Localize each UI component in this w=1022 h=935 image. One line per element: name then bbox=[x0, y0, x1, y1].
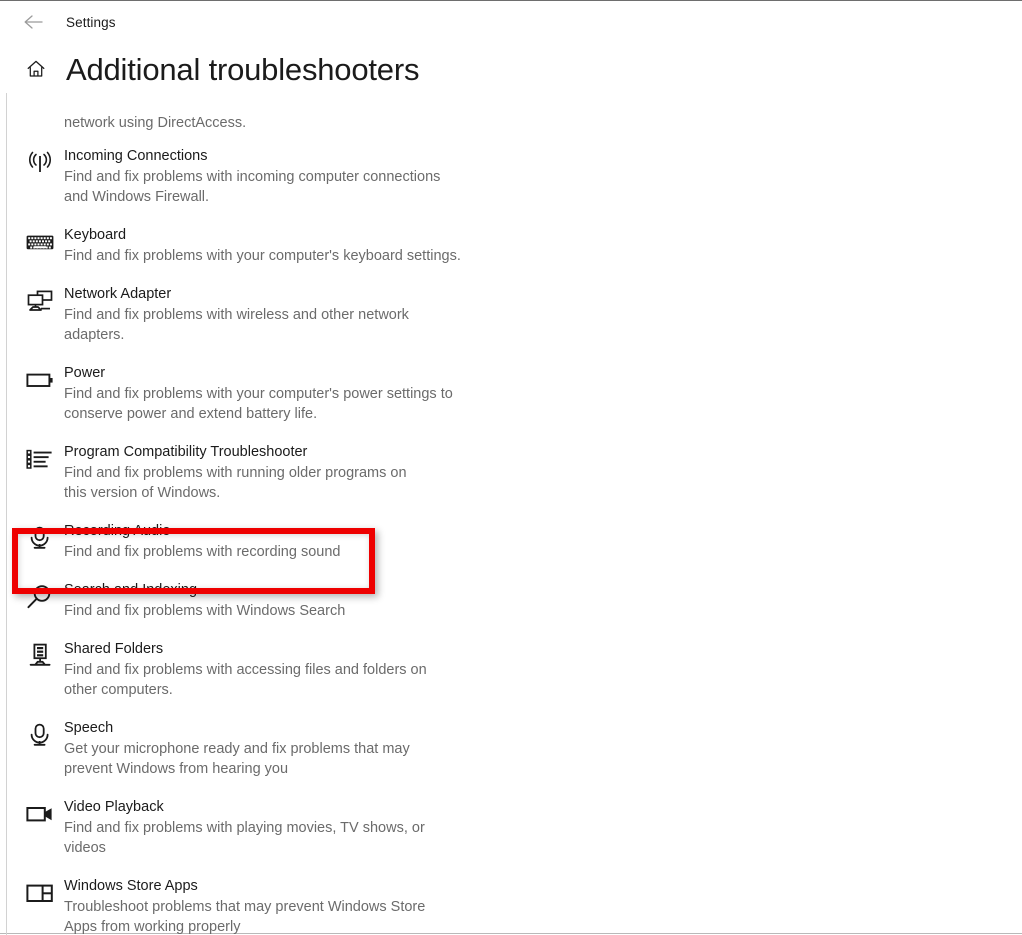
troubleshooter-description: Find and fix problems with your computer… bbox=[64, 248, 461, 264]
troubleshooter-name: Speech bbox=[64, 720, 114, 736]
troubleshooter-description: Find and fix problems with your computer… bbox=[64, 386, 453, 422]
app-name-label: Settings bbox=[66, 14, 116, 30]
troubleshooter-description: Find and fix problems with Windows Searc… bbox=[64, 603, 346, 619]
troubleshooter-name: Recording Audio bbox=[64, 523, 171, 539]
troubleshooter-description: Find and fix problems with playing movie… bbox=[64, 820, 425, 856]
page-header: Additional troubleshooters bbox=[0, 45, 1022, 93]
troubleshooter-text: Power Find and fix problems with your com… bbox=[64, 363, 474, 424]
troubleshooter-text: Shared Folders Find and fix problems with… bbox=[64, 639, 476, 700]
troubleshooter-text: Keyboard Find and fix problems with your … bbox=[64, 225, 481, 266]
troubleshooter-text: Program Compatibility Troubleshooter Find… bbox=[64, 442, 452, 503]
troubleshooter-name: Search and Indexing bbox=[64, 582, 198, 598]
troubleshooter-description: Find and fix problems with wireless and … bbox=[64, 307, 409, 343]
back-arrow-icon bbox=[23, 14, 45, 30]
troubleshooters-scroll-area[interactable]: on a network, or connect to a workplace … bbox=[0, 89, 1022, 934]
network-adapter-icon bbox=[20, 284, 60, 316]
troubleshooter-item[interactable]: Windows Store Apps Troubleshoot problems … bbox=[0, 867, 1022, 934]
settings-window: Settings Additional troubleshooters on a… bbox=[0, 0, 1022, 935]
troubleshooter-description: Find and fix problems with running older… bbox=[64, 465, 407, 501]
server-icon bbox=[20, 639, 60, 671]
troubleshooter-text: Incoming Connections Find and fix problem… bbox=[64, 146, 484, 207]
microphone-icon bbox=[20, 521, 60, 553]
video-camera-icon bbox=[20, 797, 60, 829]
troubleshooter-item[interactable]: Video Playback Find and fix problems with… bbox=[0, 788, 1022, 867]
keyboard-icon bbox=[20, 225, 60, 257]
troubleshooter-text: Speech Get your microphone ready and fix … bbox=[64, 718, 476, 779]
list-icon bbox=[20, 442, 60, 474]
troubleshooter-text: Video Playback Find and fix problems with… bbox=[64, 797, 484, 858]
troubleshooter-name: Network Adapter bbox=[64, 286, 172, 302]
troubleshooter-text: Windows Store Apps Troubleshoot problems … bbox=[64, 876, 474, 934]
troubleshooter-item[interactable]: Speech Get your microphone ready and fix … bbox=[0, 709, 1022, 788]
troubleshooter-item[interactable]: Keyboard Find and fix problems with your … bbox=[0, 216, 1022, 275]
troubleshooter-text: Recording Audio Find and fix problems wit… bbox=[64, 521, 360, 562]
troubleshooter-list: Incoming Connections Find and fix problem… bbox=[0, 131, 1022, 934]
battery-icon bbox=[20, 363, 60, 395]
troubleshooter-name: Windows Store Apps bbox=[64, 878, 198, 894]
microphone-icon bbox=[20, 718, 60, 750]
troubleshooter-item[interactable]: Network Adapter Find and fix problems wit… bbox=[0, 275, 1022, 354]
troubleshooter-description: Find and fix problems with incoming comp… bbox=[64, 169, 441, 205]
troubleshooter-item[interactable]: Incoming Connections Find and fix problem… bbox=[0, 137, 1022, 216]
troubleshooter-text: Network Adapter Find and fix problems wit… bbox=[64, 284, 484, 345]
troubleshooter-name: Power bbox=[64, 365, 106, 381]
troubleshooter-item[interactable]: Power Find and fix problems with your com… bbox=[0, 354, 1022, 433]
troubleshooter-item[interactable]: Search and Indexing Find and fix problems… bbox=[0, 571, 1022, 630]
troubleshooter-name: Shared Folders bbox=[64, 641, 164, 657]
back-button[interactable] bbox=[14, 6, 54, 38]
troubleshooter-item[interactable]: Shared Folders Find and fix problems with… bbox=[0, 630, 1022, 709]
troubleshooter-name: Keyboard bbox=[64, 227, 127, 243]
troubleshooter-text: Search and Indexing Find and fix problems… bbox=[64, 580, 365, 621]
home-icon[interactable] bbox=[24, 57, 48, 81]
title-bar: Settings bbox=[0, 1, 1022, 43]
troubleshooter-description: Troubleshoot problems that may prevent W… bbox=[64, 899, 426, 934]
troubleshooter-item[interactable]: Program Compatibility Troubleshooter Find… bbox=[0, 433, 1022, 512]
troubleshooter-description: Find and fix problems with recording sou… bbox=[64, 544, 341, 560]
troubleshooter-description: Get your microphone ready and fix proble… bbox=[64, 741, 410, 777]
store-tiles-icon bbox=[20, 876, 60, 908]
troubleshooter-name: Program Compatibility Troubleshooter bbox=[64, 444, 308, 460]
troubleshooter-name: Incoming Connections bbox=[64, 148, 208, 164]
troubleshooter-name: Video Playback bbox=[64, 799, 164, 815]
incoming-connections-icon bbox=[20, 146, 60, 178]
troubleshooter-description: Find and fix problems with accessing fil… bbox=[64, 662, 427, 698]
page-title: Additional troubleshooters bbox=[66, 51, 420, 87]
search-icon bbox=[20, 580, 60, 612]
troubleshooter-item[interactable]: Recording Audio Find and fix problems wit… bbox=[0, 512, 1022, 571]
